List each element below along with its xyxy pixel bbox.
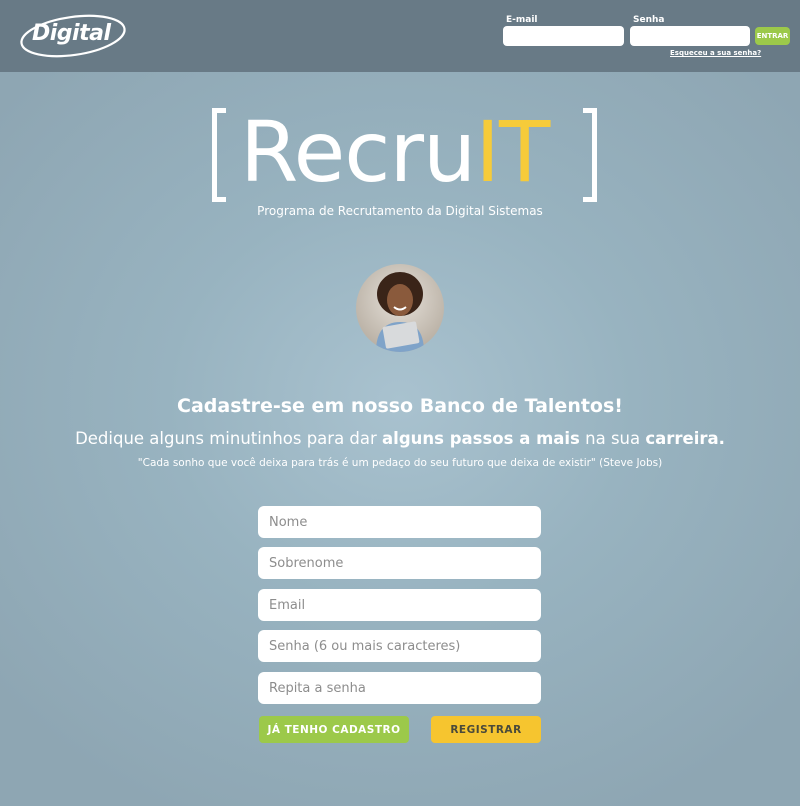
woman-with-tablet-avatar [356,264,444,352]
tagline-part-2: na sua [579,429,646,448]
tagline: Dedique alguns minutinhos para dar algun… [0,429,800,448]
login-password-input[interactable] [630,26,750,46]
tagline-part-1: Dedique alguns minutinhos para dar [75,429,383,448]
already-registered-button[interactable]: JÁ TENHO CADASTRO [259,716,409,743]
register-button[interactable]: REGISTRAR [431,716,541,743]
email-input[interactable] [258,589,541,621]
password-input[interactable] [258,630,541,662]
email-label: E-mail [506,15,538,25]
brand-title: RecruIT [240,103,550,201]
brand-title-highlight: IT [475,103,550,201]
first-name-input[interactable] [258,506,541,538]
digital-logo[interactable]: Digital [18,12,128,60]
tagline-bold-1: alguns passos a mais [382,429,580,448]
tagline-bold-2: carreira. [645,429,725,448]
login-button[interactable]: ENTRAR [755,27,790,45]
login-email-input[interactable] [503,26,624,46]
password-label: Senha [633,15,665,25]
forgot-password-link[interactable]: Esqueceu a sua senha? [670,49,761,57]
top-bar: Digital E-mail Senha ENTRAR Esqueceu a s… [0,0,800,72]
brand-subtitle: Programa de Recrutamento da Digital Sist… [257,204,543,218]
recruit-brand: RecruIT [0,104,800,208]
steve-jobs-quote: "Cada sonho que você deixa para trás é u… [137,457,663,469]
logo-text: Digital [32,21,111,46]
brand-title-main: Recru [240,103,476,201]
right-bracket [583,108,597,202]
repeat-password-input[interactable] [258,672,541,704]
left-bracket [212,108,226,202]
headline: Cadastre-se em nosso Banco de Talentos! [177,395,623,417]
last-name-input[interactable] [258,547,541,579]
